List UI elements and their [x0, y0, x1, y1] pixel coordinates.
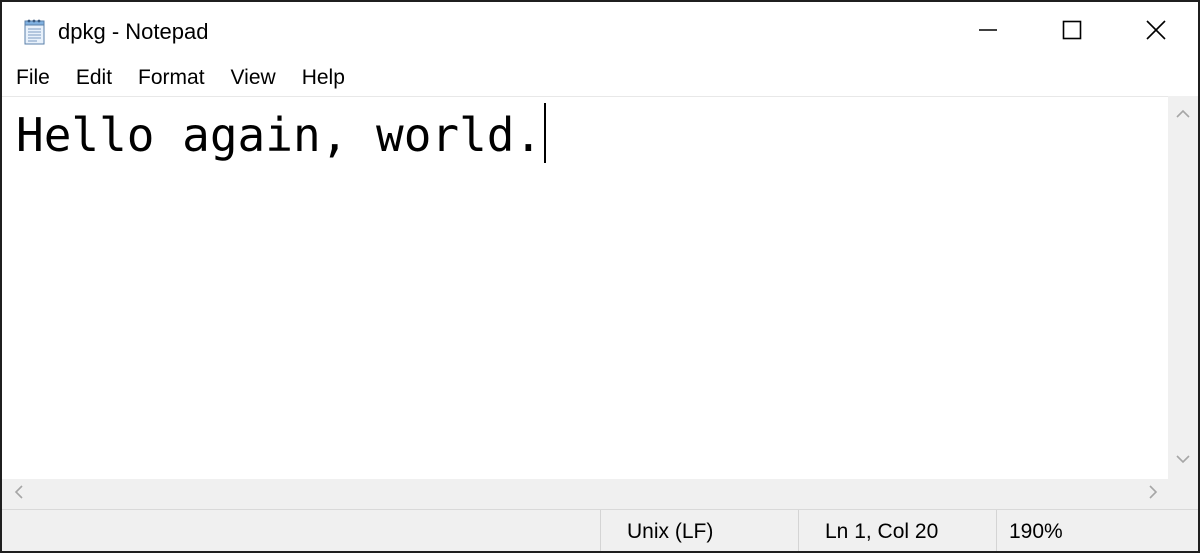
menu-format[interactable]: Format — [125, 62, 218, 96]
chevron-up-icon — [1176, 106, 1190, 124]
close-icon — [1145, 19, 1167, 46]
status-bar: Unix (LF) Ln 1, Col 20 190% — [2, 509, 1198, 551]
maximize-button[interactable] — [1030, 2, 1114, 62]
horizontal-scrollbar[interactable] — [2, 479, 1198, 509]
text-caret — [544, 103, 547, 163]
maximize-icon — [1062, 20, 1082, 45]
chevron-down-icon — [1176, 451, 1190, 469]
scroll-up-button[interactable] — [1168, 100, 1198, 130]
status-line-ending: Unix (LF) — [600, 510, 798, 551]
status-empty-cell — [2, 510, 600, 551]
menu-edit[interactable]: Edit — [63, 62, 125, 96]
close-button[interactable] — [1114, 2, 1198, 62]
minimize-button[interactable] — [946, 2, 1030, 62]
text-editor[interactable]: Hello again, world. — [2, 96, 1168, 479]
menu-file[interactable]: File — [2, 62, 63, 96]
menu-view[interactable]: View — [218, 62, 289, 96]
title-bar[interactable]: dpkg - Notepad — [2, 2, 1198, 62]
notepad-window: dpkg - Notepad File Edit Format View Hel… — [0, 0, 1200, 553]
menu-help[interactable]: Help — [289, 62, 358, 96]
scroll-left-button[interactable] — [4, 479, 34, 509]
menu-bar: File Edit Format View Help — [2, 62, 1198, 96]
status-cursor-position: Ln 1, Col 20 — [798, 510, 996, 551]
scroll-down-button[interactable] — [1168, 445, 1198, 475]
chevron-left-icon — [14, 484, 24, 504]
status-zoom-level: 190% — [996, 510, 1198, 551]
notepad-icon[interactable] — [20, 18, 48, 46]
minimize-icon — [978, 20, 998, 45]
vertical-scrollbar[interactable] — [1168, 96, 1198, 479]
window-title: dpkg - Notepad — [58, 19, 209, 44]
editor-content: Hello again, world. — [16, 108, 543, 162]
scroll-right-button[interactable] — [1138, 479, 1168, 509]
editor-content-line[interactable]: Hello again, world. — [16, 103, 547, 164]
chevron-right-icon — [1148, 484, 1158, 504]
